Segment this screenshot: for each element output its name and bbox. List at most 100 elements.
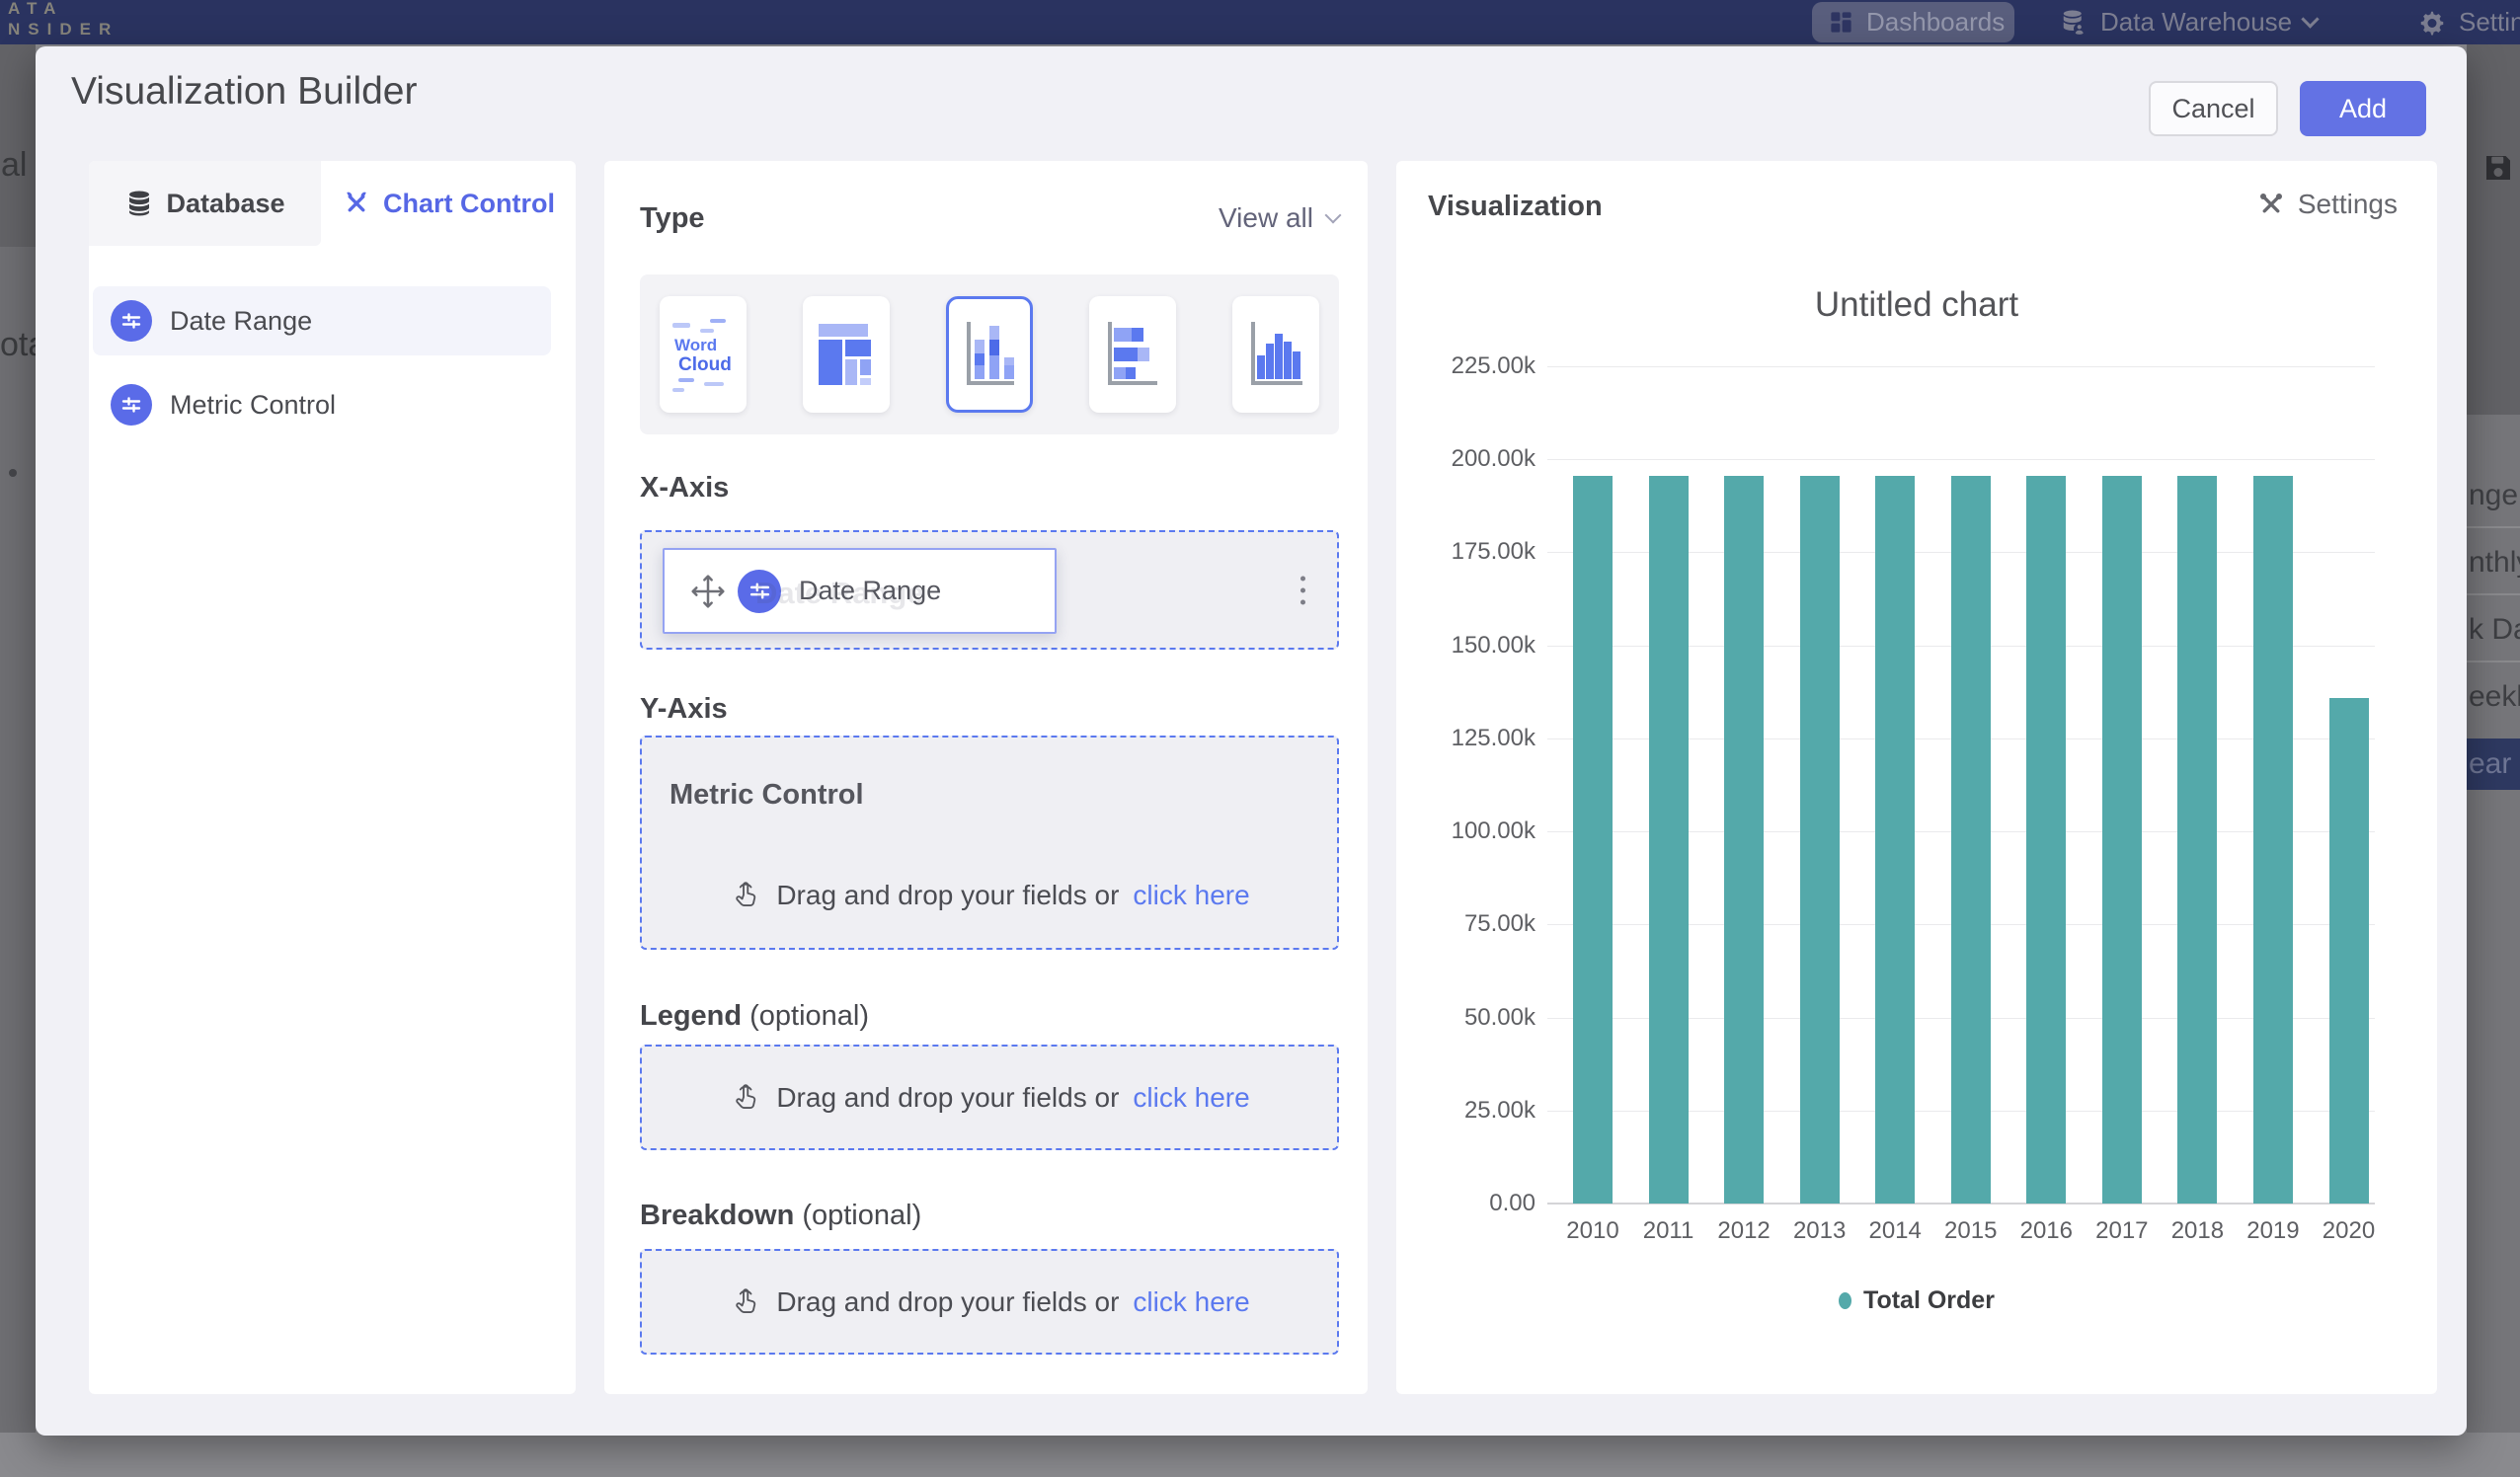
legend-marker <box>1839 1292 1851 1309</box>
tab-database[interactable]: Database <box>89 161 321 246</box>
chart-type-strip: Word Cloud <box>640 274 1339 434</box>
view-all-label: View all <box>1219 202 1313 234</box>
add-button[interactable]: Add <box>2300 81 2426 136</box>
chart-type-stacked-bar[interactable] <box>1089 296 1176 413</box>
logo-line-1: ATA <box>8 0 118 19</box>
bar-2011 <box>1649 476 1689 1204</box>
background-list-item: nge <box>2467 463 2520 528</box>
chart-legend: Total Order <box>1396 1286 2437 1315</box>
y-tick-label: 25.00k <box>1417 1097 1536 1125</box>
kebab-menu-icon[interactable] <box>1295 570 1311 610</box>
database-icon <box>124 189 154 218</box>
chart-type-histogram[interactable] <box>1232 296 1319 413</box>
chevron-down-icon <box>2301 10 2319 28</box>
drop-hint-text: Drag and drop your fields or <box>776 1286 1119 1318</box>
hand-tap-icon <box>729 879 762 912</box>
y-tick-label: 200.00k <box>1417 445 1536 473</box>
bar-2016 <box>2026 476 2066 1204</box>
bar-2019 <box>2253 476 2293 1204</box>
gear-icon <box>2417 8 2447 38</box>
bar-2014 <box>1875 476 1915 1204</box>
background-left-edge: al ota <box>0 44 36 1433</box>
settings-label: Settings <box>2298 189 2398 220</box>
x-axis-dropzone[interactable]: Date Range Date Range <box>640 530 1339 650</box>
x-tick-label: 2015 <box>1933 1217 2008 1245</box>
control-sliders-icon <box>111 300 152 342</box>
drop-hint-text: Drag and drop your fields or <box>776 880 1119 911</box>
screen: ATA NSIDER Dashboards Data Warehouse Set… <box>0 0 2520 1477</box>
hand-tap-icon <box>729 1285 762 1319</box>
chart-type-treemap[interactable] <box>803 296 890 413</box>
bar-2015 <box>1951 476 1991 1204</box>
chart-type-word-cloud[interactable]: Word Cloud <box>660 296 747 413</box>
bar-2012 <box>1724 476 1764 1204</box>
bar-2017 <box>2102 476 2142 1204</box>
breakdown-dropzone[interactable]: Drag and drop your fields or click here <box>640 1249 1339 1355</box>
visualization-header: Visualization <box>1428 191 1603 223</box>
date-range-drag-chip[interactable]: Date Range Date Range <box>663 548 1057 634</box>
click-here-link[interactable]: click here <box>1133 1082 1249 1114</box>
breakdown-section-label: Breakdown(optional) <box>640 1200 921 1232</box>
bar-2010 <box>1573 476 1613 1204</box>
nav-item-dashboards[interactable]: Dashboards <box>1812 2 2014 42</box>
x-tick-label: 2013 <box>1782 1217 1857 1245</box>
y-axis-dropzone[interactable]: Metric Control Drag and drop your fields… <box>640 736 1339 950</box>
nav-item-data-warehouse[interactable]: Data Warehouse <box>2059 0 2317 44</box>
visualization-panel: Visualization Settings Untitled chart 0.… <box>1396 161 2437 1394</box>
settings-button[interactable]: Settings <box>2256 189 2398 220</box>
view-all-dropdown[interactable]: View all <box>1219 202 1339 234</box>
field-item-date-range[interactable]: Date Range <box>93 286 551 355</box>
builder-panel: Type View all Word Cloud <box>604 161 1368 1394</box>
chart-type-stacked-column[interactable] <box>946 296 1033 413</box>
y-zone-title: Metric Control <box>669 779 864 812</box>
tab-chart-control[interactable]: Chart Control <box>321 161 576 246</box>
bar-2020 <box>2329 698 2369 1204</box>
plot-area <box>1547 366 2375 1204</box>
x-tick-label: 2020 <box>2312 1217 2387 1245</box>
save-floppy-icon <box>2481 150 2516 186</box>
background-partial-text: al <box>1 146 27 185</box>
y-axis-label: Y-Axis <box>640 693 728 726</box>
y-tick-label: 225.00k <box>1417 352 1536 380</box>
y-tick-label: 150.00k <box>1417 632 1536 660</box>
cancel-button[interactable]: Cancel <box>2149 81 2278 136</box>
tab-label: Chart Control <box>383 189 555 219</box>
fields-panel: Database Chart Control Date Range Metric… <box>89 161 576 1394</box>
x-tick-label: 2017 <box>2085 1217 2160 1245</box>
crossed-tools-icon <box>342 189 371 218</box>
y-tick-label: 0.00 <box>1417 1190 1536 1217</box>
x-tick-label: 2011 <box>1631 1217 1706 1245</box>
field-label: Date Range <box>170 306 312 337</box>
click-here-link[interactable]: click here <box>1133 1286 1249 1318</box>
hand-tap-icon <box>729 1081 762 1115</box>
logo-line-2: NSIDER <box>8 19 118 39</box>
chart-title: Untitled chart <box>1396 285 2437 325</box>
crossed-tools-icon <box>2256 190 2286 219</box>
click-here-link[interactable]: click here <box>1133 880 1249 911</box>
x-tick-label: 2010 <box>1555 1217 1630 1245</box>
field-item-metric-control[interactable]: Metric Control <box>93 370 551 439</box>
y-tick-label: 125.00k <box>1417 725 1536 752</box>
legend-dropzone[interactable]: Drag and drop your fields or click here <box>640 1045 1339 1150</box>
app-logo: ATA NSIDER <box>8 0 118 39</box>
background-bullet <box>9 469 17 477</box>
x-tick-label: 2014 <box>1857 1217 1932 1245</box>
x-tick-label: 2019 <box>2236 1217 2311 1245</box>
background-partial-text: ota <box>0 326 36 364</box>
word-cloud-word: Word <box>674 336 717 354</box>
chevron-down-icon <box>1325 207 1342 224</box>
database-user-icon <box>2059 8 2088 38</box>
dashboard-grid-icon <box>1828 9 1854 36</box>
x-tick-label: 2016 <box>2008 1217 2084 1245</box>
field-label: Metric Control <box>170 390 336 421</box>
y-tick-label: 100.00k <box>1417 817 1536 845</box>
top-navbar: ATA NSIDER Dashboards Data Warehouse Set… <box>0 0 2520 44</box>
background-bottom-strip <box>0 1433 2520 1477</box>
x-tick-label: 2012 <box>1706 1217 1781 1245</box>
type-label: Type <box>640 202 705 235</box>
nav-item-label: Settin <box>2459 7 2520 38</box>
y-tick-label: 50.00k <box>1417 1004 1536 1032</box>
nav-item-settings[interactable]: Settin <box>2417 0 2520 44</box>
gridline <box>1547 459 2375 460</box>
nav-item-label: Data Warehouse <box>2100 7 2292 38</box>
